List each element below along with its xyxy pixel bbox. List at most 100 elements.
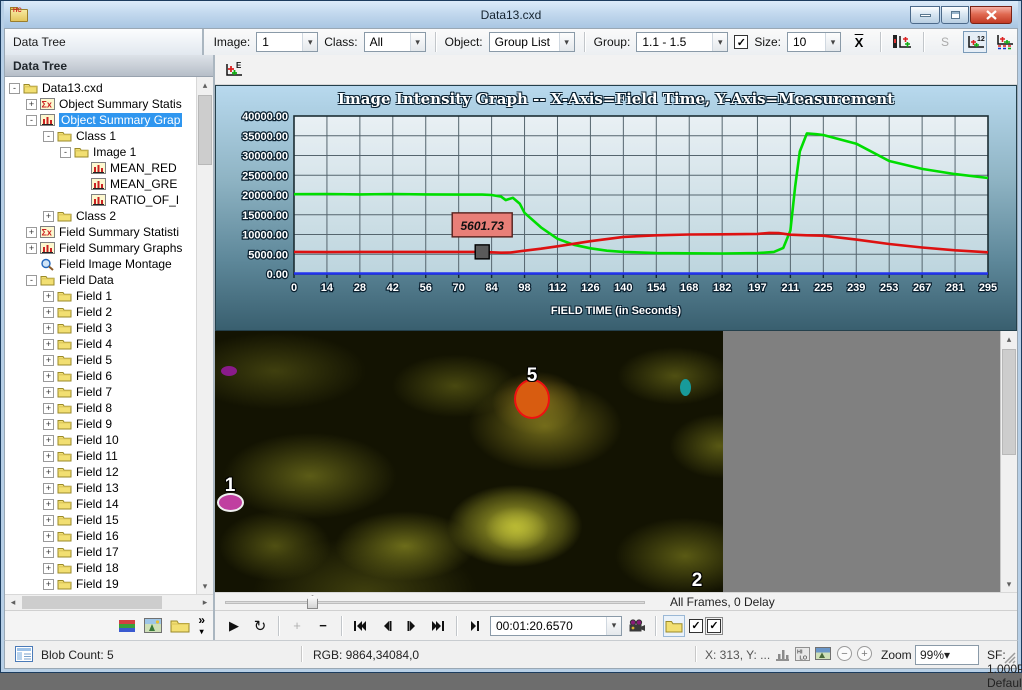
- close-button[interactable]: [970, 6, 1012, 24]
- tree-item-field-19[interactable]: +Field 19: [5, 576, 213, 592]
- tree-item-field-18[interactable]: +Field 18: [5, 560, 213, 576]
- loop-button[interactable]: ↻: [249, 615, 271, 637]
- tree-toggle-icon[interactable]: +: [43, 355, 54, 366]
- tree-toggle-icon[interactable]: -: [26, 115, 37, 126]
- tree-item-field-14[interactable]: +Field 14: [5, 496, 213, 512]
- tree-toggle-icon[interactable]: +: [26, 227, 37, 238]
- tree-item-data13-cxd[interactable]: -Data13.cxd: [5, 80, 213, 96]
- goto-frame-button[interactable]: [464, 615, 486, 637]
- tree-toggle-icon[interactable]: +: [43, 579, 54, 590]
- zoom-combobox[interactable]: 99% ▾: [915, 645, 979, 665]
- group-combobox[interactable]: 1.1 - 1.5 ▾: [636, 32, 728, 52]
- open-folder-button[interactable]: [663, 615, 685, 637]
- viewer-vertical-scrollbar[interactable]: ▴ ▾: [1000, 331, 1017, 592]
- tree-item-field-summary-statisti[interactable]: +ΣxField Summary Statisti: [5, 224, 213, 240]
- tree-item-ratio-of-i[interactable]: RATIO_OF_I: [5, 192, 213, 208]
- microscopy-image[interactable]: 512: [215, 331, 723, 592]
- tree-toggle-icon[interactable]: +: [26, 99, 37, 110]
- restore-button[interactable]: [941, 6, 969, 24]
- tree-item-image-1[interactable]: -Image 1: [5, 144, 213, 160]
- mean-button[interactable]: X: [847, 31, 871, 53]
- scroll-thumb[interactable]: [22, 596, 162, 609]
- chart-marker[interactable]: [475, 245, 489, 259]
- tree-item-field-7[interactable]: +Field 7: [5, 384, 213, 400]
- tree-vertical-scrollbar[interactable]: ▴▾: [196, 77, 213, 594]
- tree-toggle-icon[interactable]: +: [43, 531, 54, 542]
- tree-item-class-2[interactable]: +Class 2: [5, 208, 213, 224]
- tree-item-field-17[interactable]: +Field 17: [5, 544, 213, 560]
- graph-series-button[interactable]: [993, 31, 1017, 53]
- folder-icon[interactable]: [170, 618, 190, 633]
- scroll-thumb[interactable]: [198, 95, 212, 165]
- rgb-channels-icon[interactable]: [118, 619, 136, 633]
- scroll-thumb[interactable]: [1002, 349, 1016, 455]
- tree-toggle-icon[interactable]: +: [43, 211, 54, 222]
- tree-item-object-summary-grap[interactable]: -Object Summary Grap: [5, 112, 213, 128]
- size-checkbox[interactable]: ✓: [734, 35, 748, 49]
- tree-toggle-icon[interactable]: +: [43, 387, 54, 398]
- tree-toggle-icon[interactable]: -: [9, 83, 20, 94]
- chevron-down-icon[interactable]: ▾: [944, 648, 950, 662]
- intensity-profile-button[interactable]: [890, 31, 914, 53]
- scroll-down-icon[interactable]: ▾: [1001, 576, 1017, 592]
- chevron-more-icon[interactable]: » ▾: [198, 615, 205, 637]
- scroll-down-icon[interactable]: ▾: [197, 578, 213, 594]
- tree-item-field-9[interactable]: +Field 9: [5, 416, 213, 432]
- tree-item-field-16[interactable]: +Field 16: [5, 528, 213, 544]
- tree-toggle-icon[interactable]: +: [43, 339, 54, 350]
- chevron-down-icon[interactable]: ▾: [410, 33, 425, 51]
- blob-small-teal[interactable]: [680, 379, 691, 396]
- tree-toggle-icon[interactable]: +: [43, 403, 54, 414]
- tree-item-field-10[interactable]: +Field 10: [5, 432, 213, 448]
- tree-toggle-icon[interactable]: +: [43, 483, 54, 494]
- tree-item-field-data[interactable]: -Field Data: [5, 272, 213, 288]
- export-graph-button[interactable]: E: [221, 59, 245, 81]
- image-combobox[interactable]: 1 ▾: [256, 32, 318, 52]
- tree-item-field-15[interactable]: +Field 15: [5, 512, 213, 528]
- overlay-checkbox[interactable]: ✓: [689, 619, 703, 633]
- chevron-down-icon[interactable]: ▾: [606, 617, 621, 635]
- tree-toggle-icon[interactable]: +: [43, 371, 54, 382]
- tree-item-field-13[interactable]: +Field 13: [5, 480, 213, 496]
- tree-toggle-icon[interactable]: +: [43, 419, 54, 430]
- tree-toggle-icon[interactable]: +: [43, 451, 54, 462]
- tree-toggle-icon[interactable]: +: [43, 499, 54, 510]
- tree-item-field-summary-graphs[interactable]: +Field Summary Graphs: [5, 240, 213, 256]
- chevron-down-icon[interactable]: ▾: [712, 33, 727, 51]
- tree-item-class-1[interactable]: -Class 1: [5, 128, 213, 144]
- image-thumbnail-icon[interactable]: [144, 618, 162, 633]
- tree-toggle-icon[interactable]: -: [26, 275, 37, 286]
- tree-item-field-3[interactable]: +Field 3: [5, 320, 213, 336]
- tree-toggle-icon[interactable]: +: [43, 435, 54, 446]
- last-frame-button[interactable]: [427, 615, 449, 637]
- zoom-in-button[interactable]: +: [857, 646, 872, 661]
- tree-toggle-icon[interactable]: +: [26, 243, 37, 254]
- tree-item-mean-gre[interactable]: MEAN_GRE: [5, 176, 213, 192]
- tree-toggle-icon[interactable]: +: [43, 291, 54, 302]
- tree-item-field-2[interactable]: +Field 2: [5, 304, 213, 320]
- tree-item-field-6[interactable]: +Field 6: [5, 368, 213, 384]
- annotation-checkbox[interactable]: ✓: [707, 619, 721, 633]
- tree-toggle-icon[interactable]: +: [43, 547, 54, 558]
- histogram-icon[interactable]: [775, 647, 790, 664]
- tree-horizontal-scrollbar[interactable]: ◂ ▸: [5, 594, 213, 610]
- class-combobox[interactable]: All ▾: [364, 32, 426, 52]
- scroll-up-icon[interactable]: ▴: [197, 77, 213, 93]
- blob-small-purple[interactable]: [221, 366, 237, 376]
- levels-icon[interactable]: HILO: [795, 647, 810, 664]
- timestamp-combobox[interactable]: 00:01:20.6570 ▾: [490, 616, 622, 636]
- tree-item-field-4[interactable]: +Field 4: [5, 336, 213, 352]
- image-adjust-icon[interactable]: [815, 647, 831, 663]
- frame-slider-track[interactable]: [225, 601, 645, 604]
- tree-toggle-icon[interactable]: -: [43, 131, 54, 142]
- tree-toggle-icon[interactable]: -: [60, 147, 71, 158]
- tree-toggle-icon[interactable]: +: [43, 563, 54, 574]
- minimize-button[interactable]: [910, 6, 940, 24]
- blob-report-icon[interactable]: [15, 646, 33, 665]
- object-combobox[interactable]: Group List ▾: [489, 32, 575, 52]
- frame-slider-thumb[interactable]: [307, 595, 318, 609]
- previous-frame-button[interactable]: [375, 615, 397, 637]
- tree-item-mean-red[interactable]: MEAN_RED: [5, 160, 213, 176]
- increase-speed-button[interactable]: +: [286, 615, 308, 637]
- chevron-down-icon[interactable]: ▾: [302, 33, 317, 51]
